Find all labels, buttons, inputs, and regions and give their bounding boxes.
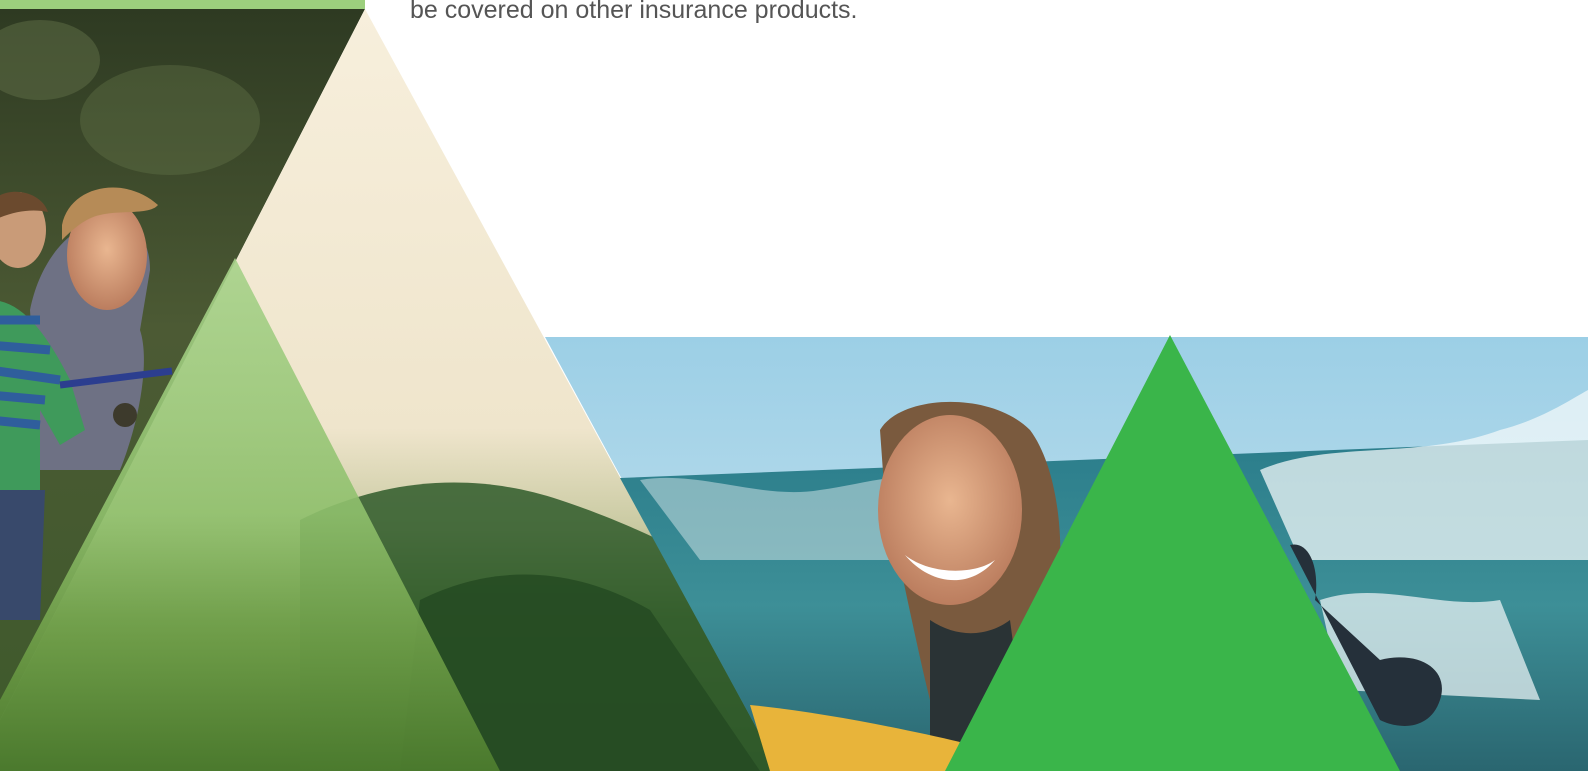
brochure-page: be covered on other insurance products. <box>0 0 1588 771</box>
photo-collage <box>0 9 1588 771</box>
